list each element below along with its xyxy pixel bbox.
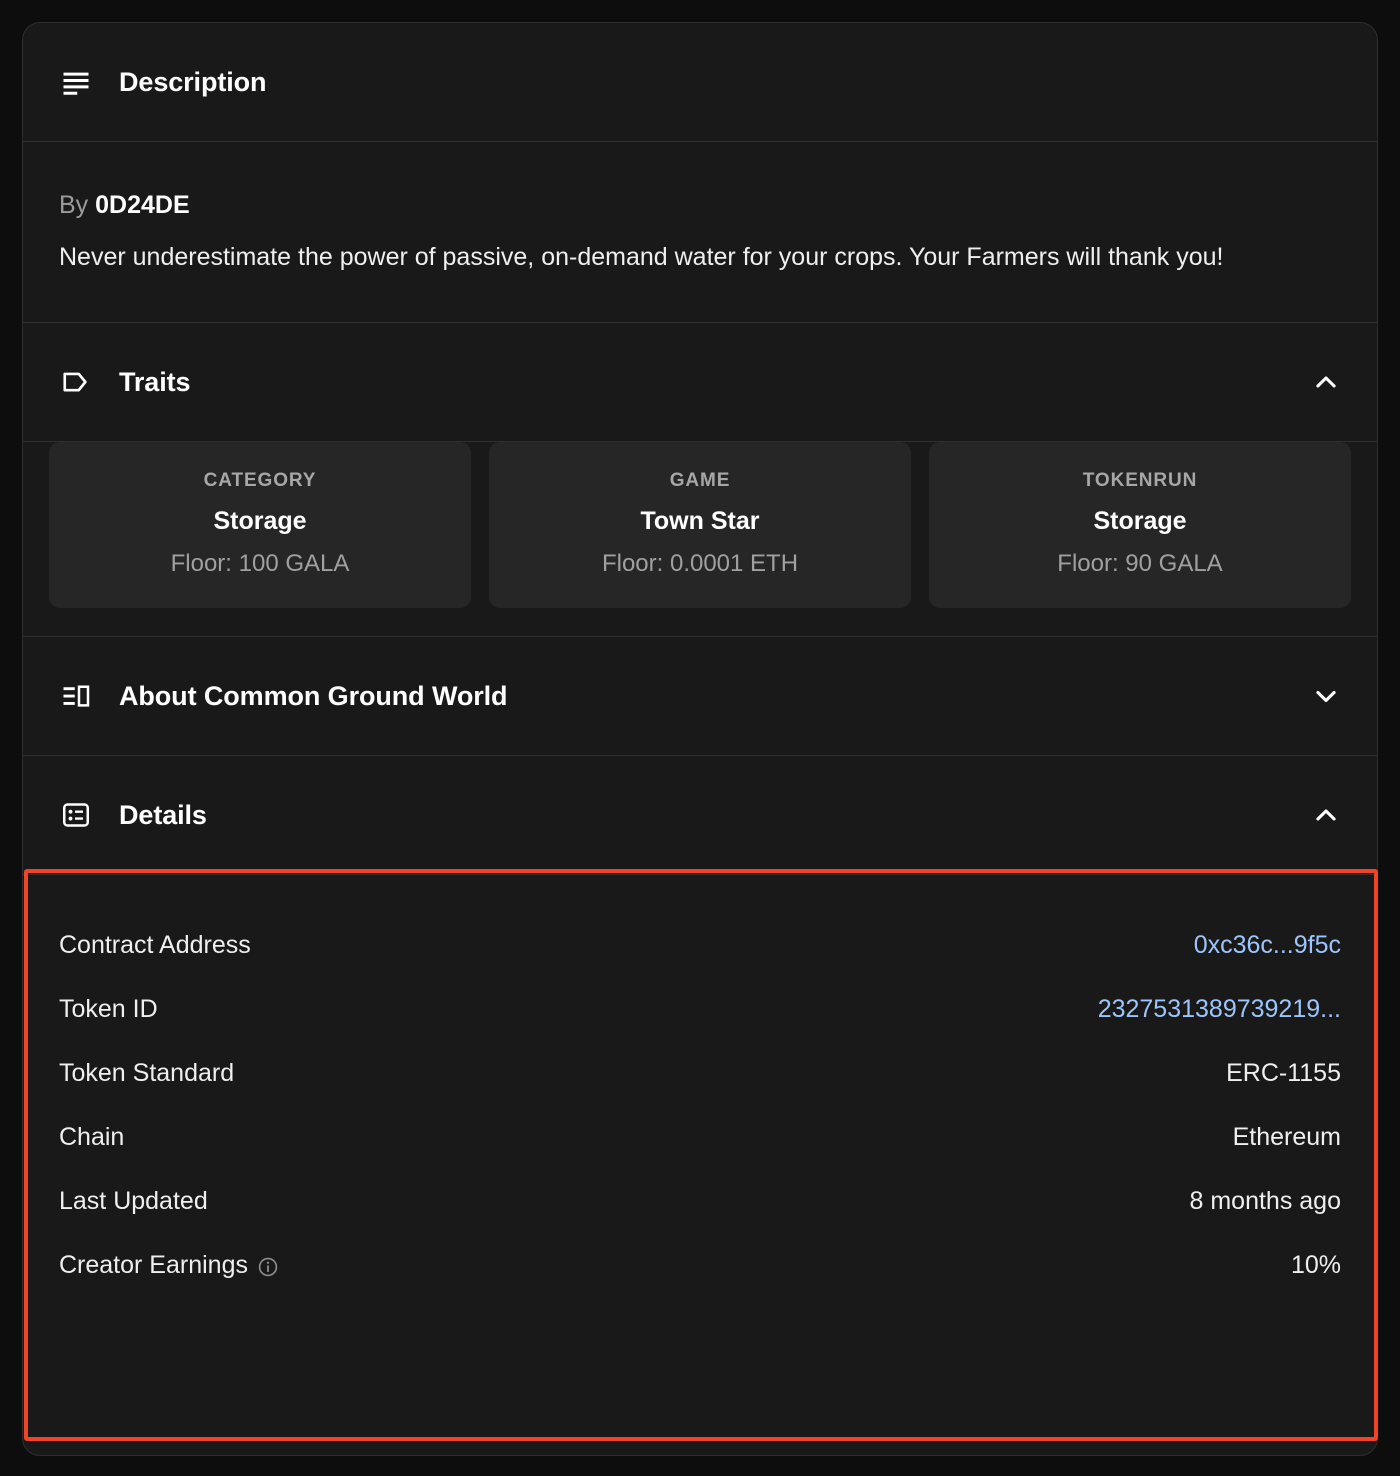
detail-label-text: Creator Earnings — [59, 1250, 248, 1279]
description-author-line: By 0D24DE — [59, 190, 1341, 221]
trait-card[interactable]: CATEGORY Storage Floor: 100 GALA — [49, 442, 471, 609]
description-header-left: Description — [59, 65, 1343, 99]
list-box-icon — [59, 798, 93, 832]
token-id-link[interactable]: 2327531389739219... — [1098, 995, 1341, 1024]
trait-value: Storage — [1093, 507, 1187, 536]
description-by-label: By — [59, 191, 89, 219]
detail-row-last-updated: Last Updated 8 months ago — [59, 1169, 1341, 1233]
trait-card[interactable]: TOKENRUN Storage Floor: 90 GALA — [929, 442, 1351, 609]
traits-section-header[interactable]: Traits — [23, 323, 1377, 441]
detail-value: 8 months ago — [1189, 1186, 1342, 1215]
chevron-up-icon[interactable] — [1309, 365, 1343, 399]
detail-label: Token ID — [59, 994, 158, 1023]
traits-header-left: Traits — [59, 365, 1309, 399]
trait-floor: Floor: 100 GALA — [170, 550, 350, 578]
detail-row-token-standard: Token Standard ERC-1155 — [59, 1041, 1341, 1105]
nft-detail-panel-screen: Description By 0D24DE Never underestimat… — [0, 0, 1400, 1476]
detail-label: Token Standard — [59, 1058, 235, 1087]
detail-row-token-id: Token ID 2327531389739219... — [59, 977, 1341, 1041]
traits-title: Traits — [119, 366, 191, 397]
description-text: Never underestimate the power of passive… — [59, 243, 1224, 272]
detail-label: Chain — [59, 1122, 125, 1151]
description-body: By 0D24DE Never underestimate the power … — [23, 142, 1377, 322]
trait-type: TOKENRUN — [1082, 470, 1198, 492]
detail-label-creator-earnings: Creator Earnings — [59, 1251, 279, 1280]
description-title: Description — [119, 66, 267, 97]
trait-value: Town Star — [640, 507, 760, 536]
trait-card[interactable]: GAME Town Star Floor: 0.0001 ETH — [489, 442, 911, 609]
info-circle-icon[interactable] — [257, 1256, 279, 1278]
detail-value: Ethereum — [1232, 1122, 1341, 1151]
detail-label: Last Updated — [59, 1186, 208, 1215]
layout-columns-icon — [59, 679, 93, 713]
detail-row-chain: Chain Ethereum — [59, 1105, 1341, 1169]
details-section: Details Contract Address 0xc36c...9f5c T… — [23, 756, 1377, 1327]
about-header-left: About Common Ground World — [59, 679, 1309, 713]
trait-type: GAME — [669, 470, 731, 492]
chevron-up-icon[interactable] — [1309, 798, 1343, 832]
detail-row-contract-address: Contract Address 0xc36c...9f5c — [59, 913, 1341, 977]
details-header-left: Details — [59, 798, 1309, 832]
nft-info-panel: Description By 0D24DE Never underestimat… — [22, 22, 1378, 1456]
contract-address-link[interactable]: 0xc36c...9f5c — [1194, 931, 1341, 960]
details-body: Contract Address 0xc36c...9f5c Token ID … — [23, 875, 1377, 1327]
detail-label: Contract Address — [59, 930, 251, 959]
traits-grid: CATEGORY Storage Floor: 100 GALA GAME To… — [23, 442, 1377, 636]
trait-floor: Floor: 90 GALA — [1057, 550, 1223, 578]
description-section-header[interactable]: Description — [23, 23, 1377, 141]
details-section-header[interactable]: Details — [23, 756, 1377, 874]
text-lines-icon — [59, 65, 93, 99]
detail-row-creator-earnings: Creator Earnings 10% — [59, 1233, 1341, 1297]
detail-value: ERC-1155 — [1226, 1058, 1341, 1087]
trait-value: Storage — [213, 507, 307, 536]
tag-icon — [59, 365, 93, 399]
trait-floor: Floor: 0.0001 ETH — [601, 550, 799, 578]
trait-type: CATEGORY — [203, 470, 317, 492]
details-title: Details — [119, 799, 207, 830]
chevron-down-icon[interactable] — [1309, 679, 1343, 713]
about-section-header[interactable]: About Common Ground World — [23, 637, 1377, 755]
about-title: About Common Ground World — [119, 680, 508, 711]
detail-value: 10% — [1290, 1250, 1341, 1279]
description-author-name[interactable]: 0D24DE — [95, 191, 190, 219]
